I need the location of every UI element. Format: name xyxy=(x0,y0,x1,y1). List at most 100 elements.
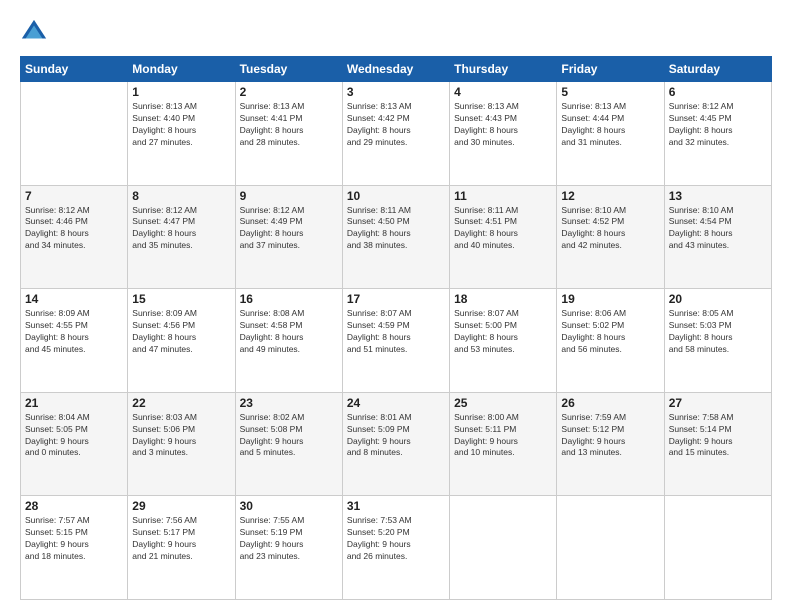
day-info: Sunrise: 8:00 AM Sunset: 5:11 PM Dayligh… xyxy=(454,412,552,460)
day-number: 30 xyxy=(240,499,338,513)
day-info: Sunrise: 8:12 AM Sunset: 4:45 PM Dayligh… xyxy=(669,101,767,149)
calendar-cell: 6 Sunrise: 8:12 AM Sunset: 4:45 PM Daylig… xyxy=(664,82,771,186)
calendar-cell: 13 Sunrise: 8:10 AM Sunset: 4:54 PM Dayli… xyxy=(664,185,771,289)
calendar-cell: 10 Sunrise: 8:11 AM Sunset: 4:50 PM Dayli… xyxy=(342,185,449,289)
day-number: 22 xyxy=(132,396,230,410)
day-number: 7 xyxy=(25,189,123,203)
day-number: 21 xyxy=(25,396,123,410)
day-info: Sunrise: 8:09 AM Sunset: 4:56 PM Dayligh… xyxy=(132,308,230,356)
calendar-cell: 28Sunrise: 7:57 AM Sunset: 5:15 PM Dayli… xyxy=(21,496,128,600)
day-info: Sunrise: 8:03 AM Sunset: 5:06 PM Dayligh… xyxy=(132,412,230,460)
header xyxy=(20,18,772,46)
calendar-cell: 12Sunrise: 8:10 AM Sunset: 4:52 PM Dayli… xyxy=(557,185,664,289)
day-info: Sunrise: 7:59 AM Sunset: 5:12 PM Dayligh… xyxy=(561,412,659,460)
day-info: Sunrise: 8:01 AM Sunset: 5:09 PM Dayligh… xyxy=(347,412,445,460)
calendar-cell: 15 Sunrise: 8:09 AM Sunset: 4:56 PM Dayli… xyxy=(128,289,235,393)
day-number: 28 xyxy=(25,499,123,513)
calendar-cell: 16 Sunrise: 8:08 AM Sunset: 4:58 PM Dayli… xyxy=(235,289,342,393)
weekday-header-monday: Monday xyxy=(128,57,235,82)
calendar-week-5: 28Sunrise: 7:57 AM Sunset: 5:15 PM Dayli… xyxy=(21,496,772,600)
day-info: Sunrise: 8:13 AM Sunset: 4:40 PM Dayligh… xyxy=(132,101,230,149)
day-number: 26 xyxy=(561,396,659,410)
calendar-cell: 5 Sunrise: 8:13 AM Sunset: 4:44 PM Daylig… xyxy=(557,82,664,186)
day-number: 24 xyxy=(347,396,445,410)
day-number: 12 xyxy=(561,189,659,203)
calendar-cell: 7 Sunrise: 8:12 AM Sunset: 4:46 PM Daylig… xyxy=(21,185,128,289)
day-info: Sunrise: 7:53 AM Sunset: 5:20 PM Dayligh… xyxy=(347,515,445,563)
weekday-header-friday: Friday xyxy=(557,57,664,82)
day-info: Sunrise: 7:58 AM Sunset: 5:14 PM Dayligh… xyxy=(669,412,767,460)
day-info: Sunrise: 8:13 AM Sunset: 4:43 PM Dayligh… xyxy=(454,101,552,149)
calendar-cell: 24 Sunrise: 8:01 AM Sunset: 5:09 PM Dayli… xyxy=(342,392,449,496)
day-info: Sunrise: 8:07 AM Sunset: 5:00 PM Dayligh… xyxy=(454,308,552,356)
calendar-table: SundayMondayTuesdayWednesdayThursdayFrid… xyxy=(20,56,772,600)
day-number: 2 xyxy=(240,85,338,99)
day-info: Sunrise: 7:55 AM Sunset: 5:19 PM Dayligh… xyxy=(240,515,338,563)
calendar-cell: 8 Sunrise: 8:12 AM Sunset: 4:47 PM Daylig… xyxy=(128,185,235,289)
calendar-cell xyxy=(450,496,557,600)
day-number: 27 xyxy=(669,396,767,410)
day-info: Sunrise: 8:13 AM Sunset: 4:42 PM Dayligh… xyxy=(347,101,445,149)
day-number: 10 xyxy=(347,189,445,203)
calendar-cell: 23Sunrise: 8:02 AM Sunset: 5:08 PM Dayli… xyxy=(235,392,342,496)
day-info: Sunrise: 8:10 AM Sunset: 4:54 PM Dayligh… xyxy=(669,205,767,253)
day-number: 20 xyxy=(669,292,767,306)
calendar-cell: 19 Sunrise: 8:06 AM Sunset: 5:02 PM Dayli… xyxy=(557,289,664,393)
calendar-cell xyxy=(664,496,771,600)
calendar-cell: 4 Sunrise: 8:13 AM Sunset: 4:43 PM Daylig… xyxy=(450,82,557,186)
day-info: Sunrise: 8:06 AM Sunset: 5:02 PM Dayligh… xyxy=(561,308,659,356)
day-info: Sunrise: 8:08 AM Sunset: 4:58 PM Dayligh… xyxy=(240,308,338,356)
logo xyxy=(20,18,52,46)
calendar-cell: 30 Sunrise: 7:55 AM Sunset: 5:19 PM Dayli… xyxy=(235,496,342,600)
day-info: Sunrise: 7:56 AM Sunset: 5:17 PM Dayligh… xyxy=(132,515,230,563)
calendar-cell: 25 Sunrise: 8:00 AM Sunset: 5:11 PM Dayli… xyxy=(450,392,557,496)
calendar-cell: 21 Sunrise: 8:04 AM Sunset: 5:05 PM Dayli… xyxy=(21,392,128,496)
day-number: 16 xyxy=(240,292,338,306)
calendar-cell xyxy=(21,82,128,186)
day-info: Sunrise: 8:13 AM Sunset: 4:41 PM Dayligh… xyxy=(240,101,338,149)
calendar-cell: 17Sunrise: 8:07 AM Sunset: 4:59 PM Dayli… xyxy=(342,289,449,393)
day-info: Sunrise: 8:05 AM Sunset: 5:03 PM Dayligh… xyxy=(669,308,767,356)
day-number: 17 xyxy=(347,292,445,306)
day-number: 8 xyxy=(132,189,230,203)
day-info: Sunrise: 8:12 AM Sunset: 4:49 PM Dayligh… xyxy=(240,205,338,253)
day-number: 13 xyxy=(669,189,767,203)
calendar-cell: 1 Sunrise: 8:13 AM Sunset: 4:40 PM Daylig… xyxy=(128,82,235,186)
calendar-cell: 18 Sunrise: 8:07 AM Sunset: 5:00 PM Dayli… xyxy=(450,289,557,393)
calendar-cell xyxy=(557,496,664,600)
day-number: 5 xyxy=(561,85,659,99)
calendar-cell: 26 Sunrise: 7:59 AM Sunset: 5:12 PM Dayli… xyxy=(557,392,664,496)
calendar-cell: 29Sunrise: 7:56 AM Sunset: 5:17 PM Dayli… xyxy=(128,496,235,600)
day-number: 19 xyxy=(561,292,659,306)
day-number: 15 xyxy=(132,292,230,306)
day-number: 9 xyxy=(240,189,338,203)
day-info: Sunrise: 8:12 AM Sunset: 4:46 PM Dayligh… xyxy=(25,205,123,253)
page: SundayMondayTuesdayWednesdayThursdayFrid… xyxy=(0,0,792,612)
day-number: 31 xyxy=(347,499,445,513)
day-number: 14 xyxy=(25,292,123,306)
calendar-week-4: 21 Sunrise: 8:04 AM Sunset: 5:05 PM Dayli… xyxy=(21,392,772,496)
day-info: Sunrise: 8:11 AM Sunset: 4:50 PM Dayligh… xyxy=(347,205,445,253)
weekday-header-saturday: Saturday xyxy=(664,57,771,82)
day-info: Sunrise: 8:12 AM Sunset: 4:47 PM Dayligh… xyxy=(132,205,230,253)
calendar-cell: 31 Sunrise: 7:53 AM Sunset: 5:20 PM Dayli… xyxy=(342,496,449,600)
weekday-header-sunday: Sunday xyxy=(21,57,128,82)
day-info: Sunrise: 8:09 AM Sunset: 4:55 PM Dayligh… xyxy=(25,308,123,356)
day-info: Sunrise: 8:11 AM Sunset: 4:51 PM Dayligh… xyxy=(454,205,552,253)
weekday-header-thursday: Thursday xyxy=(450,57,557,82)
day-number: 25 xyxy=(454,396,552,410)
day-number: 11 xyxy=(454,189,552,203)
day-info: Sunrise: 8:13 AM Sunset: 4:44 PM Dayligh… xyxy=(561,101,659,149)
calendar-cell: 11 Sunrise: 8:11 AM Sunset: 4:51 PM Dayli… xyxy=(450,185,557,289)
calendar-header: SundayMondayTuesdayWednesdayThursdayFrid… xyxy=(21,57,772,82)
day-info: Sunrise: 8:04 AM Sunset: 5:05 PM Dayligh… xyxy=(25,412,123,460)
day-number: 4 xyxy=(454,85,552,99)
logo-icon xyxy=(20,18,48,46)
day-number: 18 xyxy=(454,292,552,306)
day-number: 1 xyxy=(132,85,230,99)
calendar-body: 1 Sunrise: 8:13 AM Sunset: 4:40 PM Daylig… xyxy=(21,82,772,600)
calendar-cell: 3Sunrise: 8:13 AM Sunset: 4:42 PM Daylig… xyxy=(342,82,449,186)
day-number: 6 xyxy=(669,85,767,99)
weekday-header-wednesday: Wednesday xyxy=(342,57,449,82)
weekday-header-tuesday: Tuesday xyxy=(235,57,342,82)
